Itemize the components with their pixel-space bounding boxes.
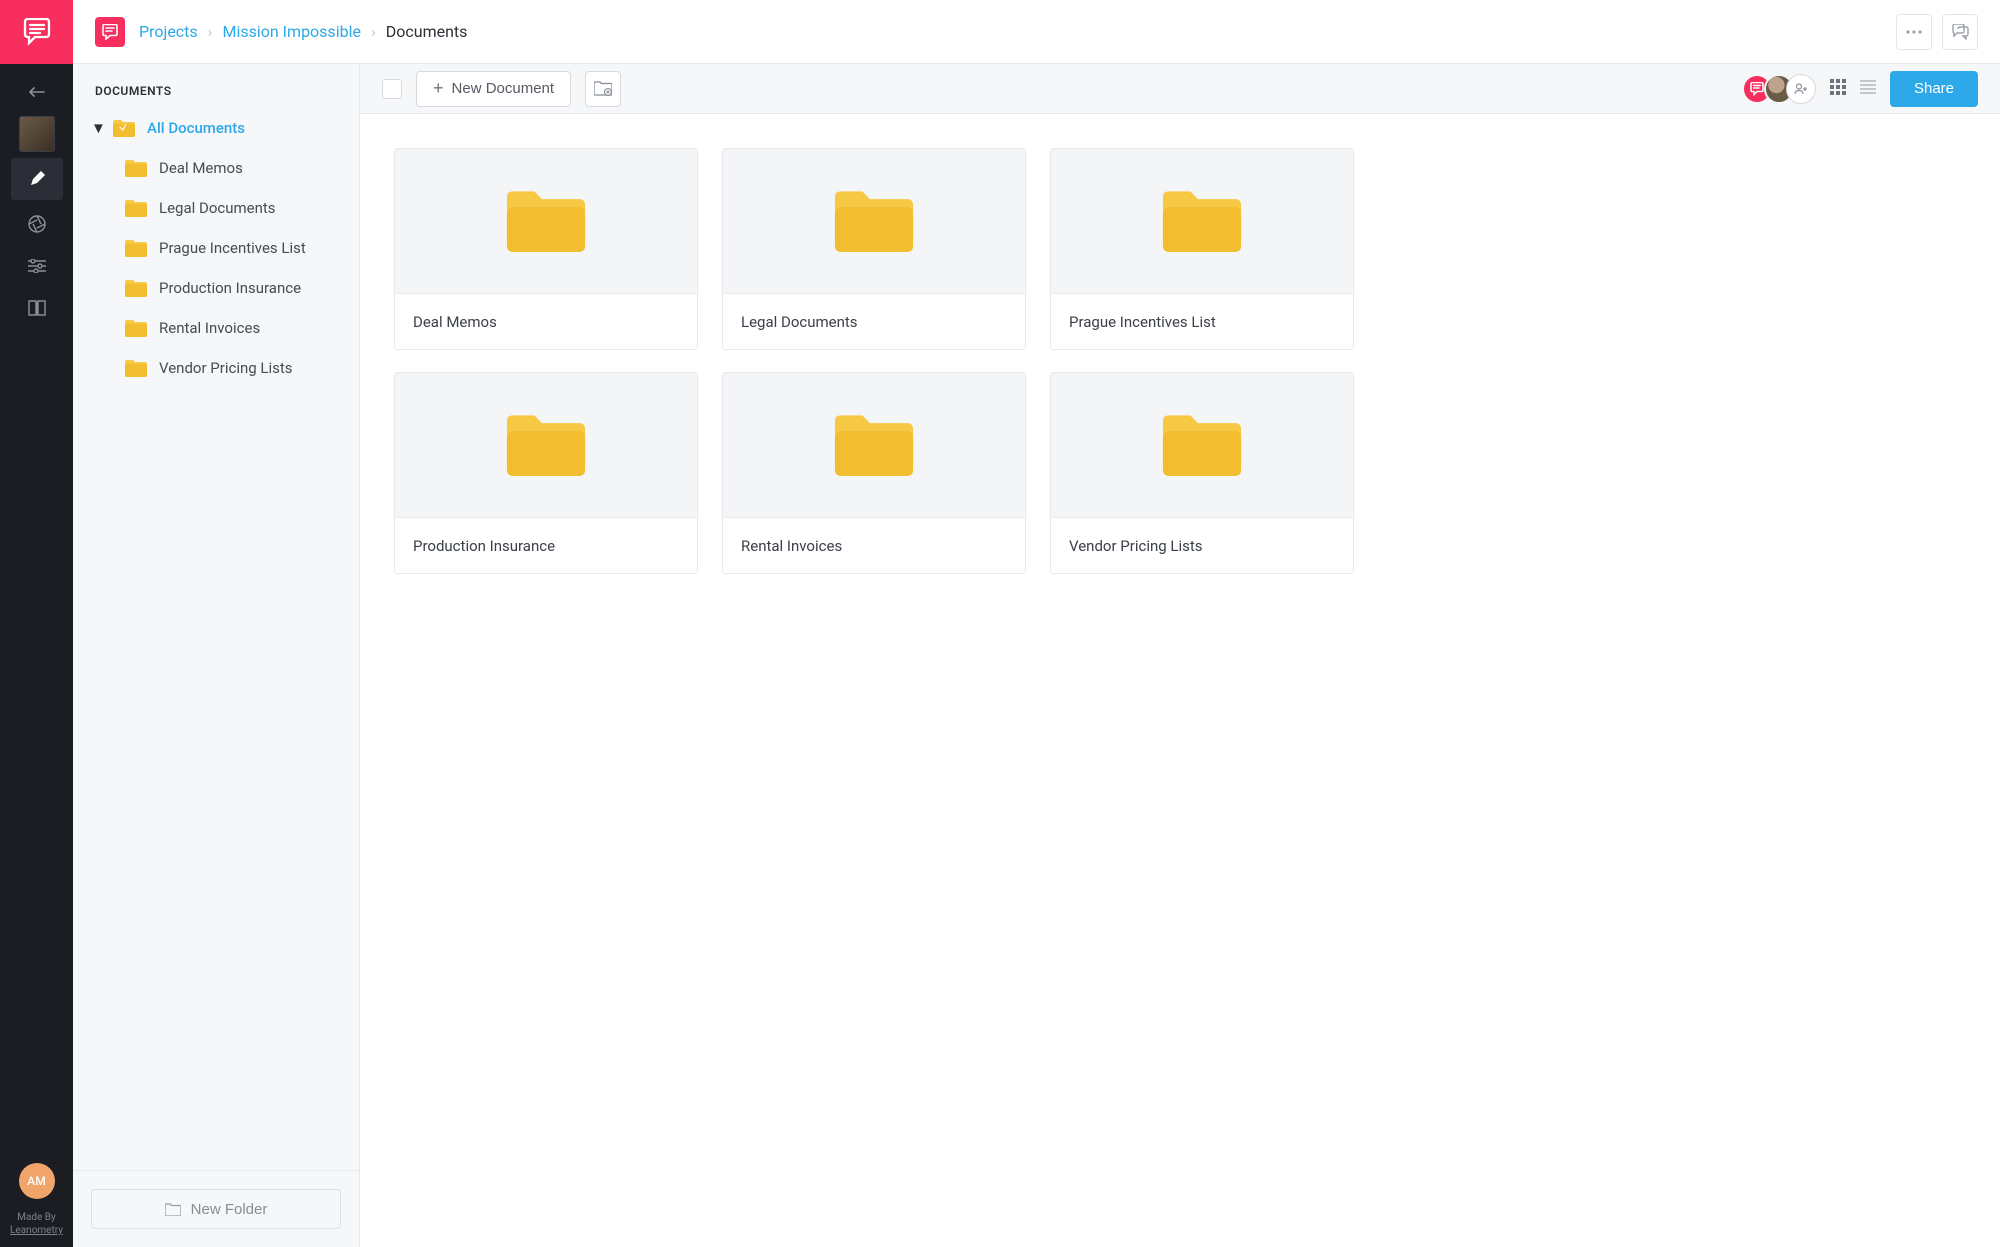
grid-view-button[interactable]: [1830, 79, 1846, 99]
folder-icon: [125, 239, 147, 257]
tree-root-all-documents[interactable]: ▼ All Documents: [91, 108, 341, 148]
topbar: Projects › Mission Impossible › Document…: [73, 0, 2000, 64]
folder-thumbnail: [395, 149, 697, 293]
folder-icon: [125, 319, 147, 337]
folder-thumbnail: [723, 373, 1025, 517]
tree-item-label: Legal Documents: [159, 199, 276, 217]
tree-item[interactable]: Deal Memos: [125, 148, 341, 188]
sidebar-title: DOCUMENTS: [73, 64, 359, 108]
folder-icon: [125, 359, 147, 377]
folder-plus-icon: [594, 81, 612, 96]
app-logo[interactable]: [0, 0, 73, 64]
folder-card[interactable]: Vendor Pricing Lists: [1050, 372, 1354, 574]
add-user-icon: [1794, 83, 1808, 95]
documents-sidebar: DOCUMENTS ▼ All Documents Deal Memos Leg…: [73, 64, 360, 1247]
sliders-icon[interactable]: [19, 248, 55, 284]
breadcrumb: Projects › Mission Impossible › Document…: [139, 22, 467, 41]
list-view-button[interactable]: [1860, 79, 1876, 99]
folder-icon: [125, 159, 147, 177]
folder-card-label: Legal Documents: [723, 293, 1025, 349]
tree-item[interactable]: Production Insurance: [125, 268, 341, 308]
folder-icon: [125, 279, 147, 297]
new-folder-icon-button[interactable]: [585, 71, 621, 107]
tree-root-label: All Documents: [147, 119, 245, 137]
chevron-right-icon: ›: [208, 22, 213, 41]
book-icon[interactable]: [19, 290, 55, 326]
documents-toolbar: + New Document: [360, 64, 2000, 114]
folder-icon: [125, 199, 147, 217]
select-all-checkbox[interactable]: [382, 79, 402, 99]
tree-item[interactable]: Prague Incentives List: [125, 228, 341, 268]
tree-item[interactable]: Vendor Pricing Lists: [125, 348, 341, 388]
new-folder-button[interactable]: New Folder: [91, 1189, 341, 1229]
tree-item-label: Production Insurance: [159, 279, 301, 297]
tree-item[interactable]: Rental Invoices: [125, 308, 341, 348]
folder-card-label: Production Insurance: [395, 517, 697, 573]
folder-thumbnail: [395, 373, 697, 517]
breadcrumb-current: Documents: [386, 22, 468, 41]
tree-item-label: Rental Invoices: [159, 319, 260, 337]
back-icon[interactable]: [19, 74, 55, 110]
new-document-label: New Document: [452, 80, 555, 97]
new-folder-label: New Folder: [191, 1201, 268, 1218]
folder-card-label: Rental Invoices: [723, 517, 1025, 573]
share-button[interactable]: Share: [1890, 71, 1978, 107]
folder-card[interactable]: Legal Documents: [722, 148, 1026, 350]
breadcrumb-project[interactable]: Mission Impossible: [222, 22, 360, 41]
main-panel: + New Document: [360, 64, 2000, 1247]
tree-item[interactable]: Legal Documents: [125, 188, 341, 228]
folder-grid: Deal Memos Legal Documents Prague Incent…: [360, 114, 2000, 608]
chevron-right-icon: ›: [371, 22, 376, 41]
user-avatar[interactable]: AM: [19, 1163, 55, 1199]
folder-thumbnail: [1051, 149, 1353, 293]
folder-thumbnail: [723, 149, 1025, 293]
folder-card[interactable]: Deal Memos: [394, 148, 698, 350]
more-options-button[interactable]: [1896, 14, 1932, 50]
credit-text: Made By Leanometry: [10, 1211, 63, 1237]
add-collaborator-button[interactable]: [1786, 74, 1816, 104]
folder-icon: [113, 119, 135, 137]
folder-card-label: Prague Incentives List: [1051, 293, 1353, 349]
left-rail: AM Made By Leanometry: [0, 0, 73, 1247]
tree-item-label: Prague Incentives List: [159, 239, 306, 257]
aperture-icon[interactable]: [19, 206, 55, 242]
folder-card[interactable]: Prague Incentives List: [1050, 148, 1354, 350]
chat-button[interactable]: [1942, 14, 1978, 50]
tree-item-label: Vendor Pricing Lists: [159, 359, 293, 377]
plus-icon: +: [433, 78, 444, 99]
folder-outline-icon: [165, 1203, 181, 1216]
avatar-initials-text: AM: [27, 1174, 45, 1188]
caret-down-icon: ▼: [91, 119, 101, 137]
tree-item-label: Deal Memos: [159, 159, 243, 177]
folder-card-label: Vendor Pricing Lists: [1051, 517, 1353, 573]
project-icon[interactable]: [95, 17, 125, 47]
new-document-button[interactable]: + New Document: [416, 71, 571, 107]
folder-card[interactable]: Rental Invoices: [722, 372, 1026, 574]
project-thumbnail[interactable]: [19, 116, 55, 152]
breadcrumb-projects[interactable]: Projects: [139, 22, 198, 41]
collaborator-avatars: [1742, 74, 1816, 104]
folder-card[interactable]: Production Insurance: [394, 372, 698, 574]
share-label: Share: [1914, 80, 1954, 97]
folder-thumbnail: [1051, 373, 1353, 517]
edit-icon[interactable]: [11, 158, 63, 200]
folder-card-label: Deal Memos: [395, 293, 697, 349]
